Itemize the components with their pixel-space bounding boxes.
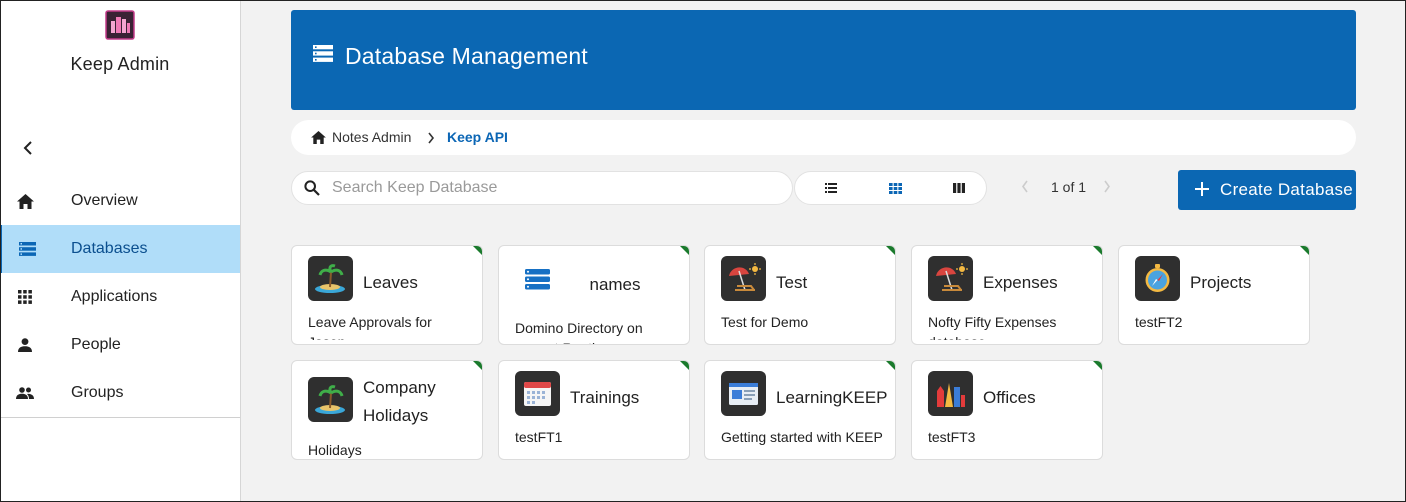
city-buildings-icon [928, 371, 973, 416]
breadcrumb-current: Keep API [447, 129, 508, 145]
island-icon [308, 256, 353, 301]
database-card-leaves[interactable]: Leaves Leave Approvals for Jason [291, 245, 483, 345]
card-description: Getting started with KEEP [721, 429, 883, 445]
sidebar-nav: Overview Databases Applications People G… [0, 177, 240, 417]
view-toggle [794, 171, 987, 205]
keep-admin-logo [105, 10, 135, 40]
card-description: testFT3 [928, 429, 976, 445]
card-description: Test for Demo [721, 314, 809, 330]
island-icon [308, 377, 353, 422]
beach-umbrella-icon [928, 256, 973, 301]
database-list-icon [18, 240, 36, 258]
page-title: Database Management [345, 43, 588, 69]
database-list-icon [313, 45, 333, 63]
compass-icon [1135, 256, 1180, 301]
collapse-sidebar-button[interactable] [17, 137, 39, 159]
card-description: Nofty Fifty Expenses database [928, 314, 1057, 340]
sidebar-divider [0, 417, 240, 418]
card-description: Domino Directory on current Runtime [515, 320, 643, 344]
sidebar-item-label: Groups [71, 384, 124, 401]
status-corner [680, 246, 689, 255]
card-title: Offices [983, 388, 1036, 407]
breadcrumb: Notes Admin Keep API [291, 120, 1356, 155]
status-corner [886, 246, 895, 255]
card-title: Test [776, 273, 808, 292]
database-card-projects[interactable]: Projects testFT2 [1118, 245, 1310, 345]
list-view-icon[interactable] [824, 181, 838, 195]
group-icon [16, 384, 34, 402]
database-card-learningkeep[interactable]: LearningKEEP Getting started with KEEP [704, 360, 896, 460]
sidebar-item-people[interactable]: People [0, 321, 240, 369]
sidebar-item-applications[interactable]: Applications [0, 273, 240, 321]
status-corner [473, 361, 482, 370]
card-description: testFT2 [1135, 314, 1183, 330]
breadcrumb-home-link[interactable]: Notes Admin [311, 129, 411, 145]
breadcrumb-home-label: Notes Admin [332, 129, 412, 145]
home-icon [311, 130, 326, 144]
database-card-trainings[interactable]: Trainings testFT1 [498, 360, 690, 460]
search-icon [304, 180, 320, 201]
home-icon [16, 192, 34, 210]
previous-page-button[interactable] [1021, 180, 1029, 198]
sidebar-item-overview[interactable]: Overview [0, 177, 240, 225]
database-card-test[interactable]: Test Test for Demo [704, 245, 896, 345]
search-input[interactable] [332, 176, 772, 200]
card-title: LearningKEEP [776, 388, 888, 407]
column-view-icon[interactable] [952, 181, 966, 195]
next-page-button[interactable] [1103, 180, 1111, 198]
chevron-right-icon [427, 131, 435, 147]
card-title: names [589, 275, 641, 294]
database-card-offices[interactable]: Offices testFT3 [911, 360, 1103, 460]
person-icon [16, 336, 34, 354]
database-card-company-holidays[interactable]: Company Holidays Holidays [291, 360, 483, 460]
app-title: Keep Admin [70, 54, 170, 74]
page-header: Database Management [291, 10, 1356, 110]
chevron-right-icon [1104, 180, 1110, 193]
card-description: Leave Approvals for Jason [308, 314, 432, 340]
beach-umbrella-icon [721, 256, 766, 301]
card-title: Company Holidays [363, 374, 436, 430]
status-corner [473, 246, 482, 255]
card-title-line: Holidays [363, 406, 429, 425]
status-corner [680, 361, 689, 370]
create-database-button[interactable]: Create Database [1178, 170, 1356, 210]
calendar-icon [515, 371, 560, 416]
card-title: Expenses [983, 273, 1058, 292]
sidebar: Keep Admin Overview Databases Applicatio… [0, 0, 241, 502]
apps-grid-icon [16, 288, 34, 306]
sidebar-item-groups[interactable]: Groups [0, 369, 240, 417]
card-description: testFT1 [515, 429, 563, 445]
database-card-expenses[interactable]: Expenses Nofty Fifty Expenses database [911, 245, 1103, 345]
plus-icon [1194, 181, 1210, 202]
grid-view-icon[interactable] [888, 181, 902, 195]
card-title: Trainings [570, 388, 640, 407]
sidebar-item-label: Databases [71, 240, 148, 257]
chevron-left-icon [1022, 180, 1028, 193]
card-description: Holidays [308, 442, 362, 458]
card-title: Projects [1190, 273, 1252, 292]
sidebar-item-databases[interactable]: Databases [0, 225, 240, 273]
sidebar-item-label: Applications [71, 288, 158, 305]
database-card-names[interactable]: names Domino Directory on current Runtim… [498, 245, 690, 345]
card-title: Leaves [363, 273, 418, 292]
status-corner [886, 361, 895, 370]
status-corner [1093, 246, 1102, 255]
card-title-line: Company [363, 378, 436, 397]
chevron-left-icon [23, 141, 32, 155]
search-bar [291, 171, 793, 205]
sidebar-item-label: Overview [71, 192, 138, 209]
status-corner [1093, 361, 1102, 370]
sidebar-item-label: People [71, 336, 121, 353]
browser-window-icon [721, 371, 766, 416]
create-database-label: Create Database [1220, 180, 1354, 199]
pagination-text: 1 of 1 [1051, 179, 1087, 195]
status-corner [1300, 246, 1309, 255]
